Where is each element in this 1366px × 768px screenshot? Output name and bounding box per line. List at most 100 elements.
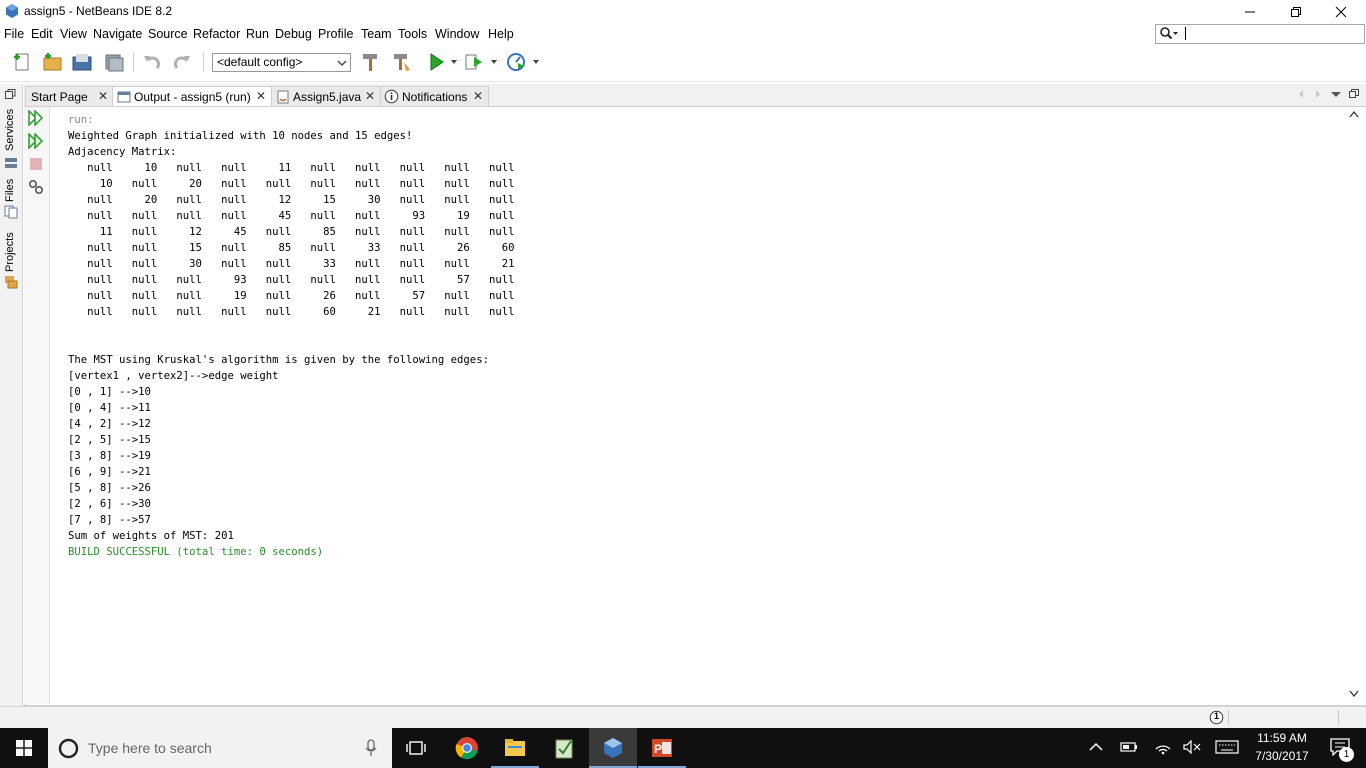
search-placeholder: Type here to search [88,740,212,756]
info-icon [384,89,399,104]
projects-panel-tab[interactable]: Projects [4,232,16,272]
mst-format: [vertex1 , vertex2]-->edge weight [68,370,279,382]
show-hidden-icons-icon[interactable] [1089,742,1103,752]
tab-start-page[interactable]: Start Page ✕ [25,86,113,107]
vertical-scrollbar[interactable] [1346,107,1362,704]
configuration-select[interactable]: <default config> [212,53,351,72]
netbeans-taskbar-button[interactable] [589,728,637,768]
battery-icon[interactable] [1120,740,1138,754]
files-panel-tab[interactable]: Files [4,179,16,202]
tab-output[interactable]: Output - assign5 (run) ✕ [112,86,272,107]
maximize-window-icon[interactable] [1348,88,1360,100]
menu-navigate[interactable]: Navigate [93,27,142,41]
undo-icon[interactable] [141,51,163,73]
menu-help[interactable]: Help [488,27,514,41]
microphone-icon[interactable] [364,739,378,757]
powerpoint-taskbar-button[interactable]: P [638,728,686,768]
close-tab-icon[interactable]: ✕ [98,89,108,103]
menu-refactor[interactable]: Refactor [193,27,240,41]
menu-file[interactable]: File [4,27,24,41]
projects-icon [5,276,18,289]
scroll-down-icon[interactable] [1349,690,1359,698]
toolbar-separator [133,52,134,72]
tab-assign5-java[interactable]: Assign5.java ✕ [271,86,381,107]
matrix-row: null 20 null null 12 15 30 null null nul… [68,194,515,206]
windows-taskbar: Type here to search P 11:59 AM 7/30/2017… [0,728,1366,768]
close-tab-icon[interactable]: ✕ [256,89,266,103]
menu-tools[interactable]: Tools [398,27,427,41]
close-tab-icon[interactable]: ✕ [473,89,483,103]
search-icon [1160,27,1178,40]
start-button[interactable] [0,728,48,768]
java-file-icon [277,90,289,104]
chrome-taskbar-button[interactable] [443,728,491,768]
notepad-taskbar-button[interactable] [540,728,588,768]
show-opened-documents-icon[interactable] [1330,89,1342,99]
clean-build-icon[interactable] [391,51,413,73]
close-window-button[interactable] [1318,0,1364,24]
maximize-button[interactable] [1273,0,1319,24]
quick-search-input[interactable] [1155,24,1365,44]
menu-run[interactable]: Run [246,27,269,41]
menu-window[interactable]: Window [435,27,479,41]
output-side-toolbar [24,107,50,704]
title-bar: assign5 - NetBeans IDE 8.2 [0,0,1366,24]
chrome-icon [455,737,478,760]
stop-icon[interactable] [29,157,43,171]
redo-icon[interactable] [171,51,193,73]
action-center-button[interactable]: 1 [1318,728,1366,768]
menu-source[interactable]: Source [148,27,188,41]
clock-time[interactable]: 11:59 AM [1252,731,1312,745]
matrix-row: null null null 19 null 26 null 57 null n… [68,290,515,302]
profile-project-icon[interactable] [505,51,527,73]
save-all-icon[interactable] [103,51,125,73]
menu-edit[interactable]: Edit [31,27,53,41]
keyboard-icon[interactable] [1215,740,1239,754]
menu-profile[interactable]: Profile [318,27,353,41]
debug-dropdown-icon[interactable] [489,57,499,67]
run-project-icon[interactable] [425,51,447,73]
profile-dropdown-icon[interactable] [531,57,541,67]
mst-edge: [6 , 9] -->21 [68,466,151,478]
menu-team[interactable]: Team [361,27,392,41]
mst-sum: Sum of weights of MST: 201 [68,530,234,542]
menu-view[interactable]: View [60,27,87,41]
new-file-icon[interactable] [11,51,33,73]
tab-notifications[interactable]: Notifications ✕ [380,86,489,107]
open-project-icon[interactable] [71,51,93,73]
task-view-button[interactable] [392,728,440,768]
run-dropdown-icon[interactable] [449,57,459,67]
volume-muted-icon[interactable] [1183,740,1201,754]
mst-edge: [5 , 8] -->26 [68,482,151,494]
services-panel-tab[interactable]: Services [4,109,16,151]
matrix-row: 10 null 20 null null null null null null… [68,178,515,190]
new-project-icon[interactable] [41,51,63,73]
matrix-header: Adjacency Matrix: [68,146,177,158]
menu-debug[interactable]: Debug [275,27,312,41]
matrix-row: null null null 93 null null null null 57… [68,274,515,286]
build-hammer-icon[interactable] [360,51,382,73]
mst-edge: [0 , 4] -->11 [68,402,151,414]
close-icon [1335,6,1347,18]
restore-window-group-icon[interactable] [4,88,17,101]
matrix-row: 11 null 12 45 null 85 null null null nul… [68,226,515,238]
build-status: BUILD SUCCESSFUL (total time: 0 seconds) [68,546,324,558]
taskbar-search-box[interactable]: Type here to search [48,728,392,768]
close-tab-icon[interactable]: ✕ [365,89,375,103]
rerun-icon[interactable] [27,110,45,126]
tab-label: Output - assign5 (run) [134,90,251,104]
folder-icon [505,739,525,756]
text-caret [1185,27,1186,40]
wifi-icon[interactable] [1154,739,1172,755]
mst-edge: [2 , 6] -->30 [68,498,151,510]
file-explorer-taskbar-button[interactable] [491,728,539,768]
scroll-tabs-right-icon[interactable] [1313,89,1323,99]
clock-date[interactable]: 7/30/2017 [1252,749,1312,763]
scroll-tabs-left-icon[interactable] [1296,89,1306,99]
scroll-up-icon[interactable] [1349,110,1359,118]
minimize-button[interactable] [1227,0,1273,24]
debug-project-icon[interactable] [463,51,485,73]
settings-icon[interactable] [27,179,45,195]
rerun-with-options-icon[interactable] [27,133,45,149]
